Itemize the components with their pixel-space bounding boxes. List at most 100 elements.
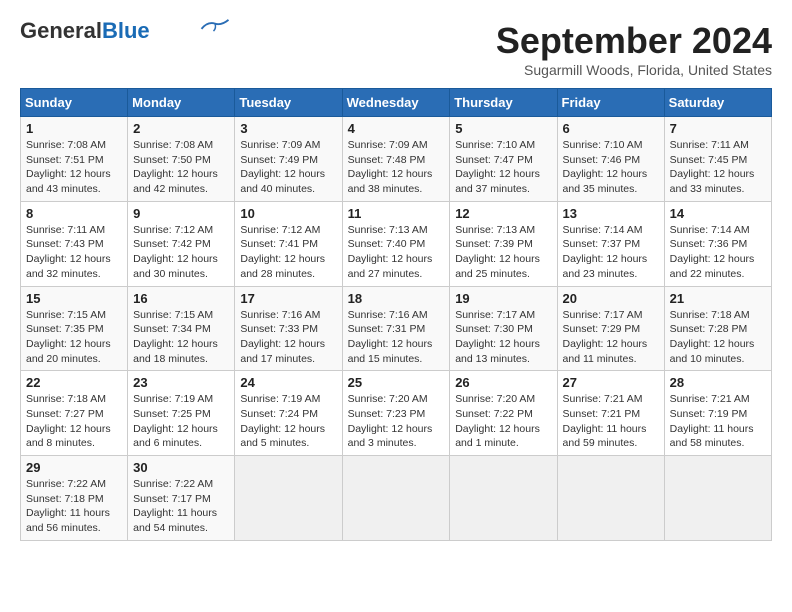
daylight-label: Daylight: 12 hours and 22 minutes. bbox=[670, 253, 755, 280]
sunset-label: Sunset: 7:37 PM bbox=[563, 238, 641, 250]
calendar-day-cell: 18 Sunrise: 7:16 AM Sunset: 7:31 PM Dayl… bbox=[342, 286, 450, 371]
daylight-label: Daylight: 12 hours and 38 minutes. bbox=[348, 168, 433, 195]
day-detail: Sunrise: 7:08 AM Sunset: 7:50 PM Dayligh… bbox=[133, 138, 229, 197]
sunset-label: Sunset: 7:23 PM bbox=[348, 408, 426, 420]
calendar-header-row: SundayMondayTuesdayWednesdayThursdayFrid… bbox=[21, 89, 772, 117]
sunrise-label: Sunrise: 7:09 AM bbox=[240, 139, 320, 151]
sunrise-label: Sunrise: 7:13 AM bbox=[455, 224, 535, 236]
sunset-label: Sunset: 7:46 PM bbox=[563, 154, 641, 166]
day-number: 20 bbox=[563, 291, 659, 306]
daylight-label: Daylight: 12 hours and 33 minutes. bbox=[670, 168, 755, 195]
sunset-label: Sunset: 7:51 PM bbox=[26, 154, 104, 166]
calendar-day-cell: 3 Sunrise: 7:09 AM Sunset: 7:49 PM Dayli… bbox=[235, 117, 342, 202]
day-number: 23 bbox=[133, 375, 229, 390]
day-detail: Sunrise: 7:11 AM Sunset: 7:43 PM Dayligh… bbox=[26, 223, 122, 282]
day-detail: Sunrise: 7:18 AM Sunset: 7:27 PM Dayligh… bbox=[26, 392, 122, 451]
sunset-label: Sunset: 7:50 PM bbox=[133, 154, 211, 166]
sunset-label: Sunset: 7:36 PM bbox=[670, 238, 748, 250]
sunrise-label: Sunrise: 7:17 AM bbox=[455, 309, 535, 321]
calendar-day-cell: 8 Sunrise: 7:11 AM Sunset: 7:43 PM Dayli… bbox=[21, 201, 128, 286]
calendar-day-header: Sunday bbox=[21, 89, 128, 117]
sunrise-label: Sunrise: 7:20 AM bbox=[455, 393, 535, 405]
daylight-label: Daylight: 12 hours and 3 minutes. bbox=[348, 423, 433, 450]
calendar-day-cell: 21 Sunrise: 7:18 AM Sunset: 7:28 PM Dayl… bbox=[664, 286, 771, 371]
daylight-label: Daylight: 11 hours and 59 minutes. bbox=[563, 423, 647, 450]
day-detail: Sunrise: 7:12 AM Sunset: 7:41 PM Dayligh… bbox=[240, 223, 336, 282]
day-number: 11 bbox=[348, 206, 445, 221]
sunset-label: Sunset: 7:49 PM bbox=[240, 154, 318, 166]
page-header: GeneralBlue September 2024 Sugarmill Woo… bbox=[20, 20, 772, 78]
logo-text: GeneralBlue bbox=[20, 20, 150, 42]
day-number: 7 bbox=[670, 121, 766, 136]
sunrise-label: Sunrise: 7:12 AM bbox=[240, 224, 320, 236]
calendar-day-cell: 28 Sunrise: 7:21 AM Sunset: 7:19 PM Dayl… bbox=[664, 371, 771, 456]
daylight-label: Daylight: 12 hours and 30 minutes. bbox=[133, 253, 218, 280]
day-detail: Sunrise: 7:21 AM Sunset: 7:21 PM Dayligh… bbox=[563, 392, 659, 451]
day-number: 30 bbox=[133, 460, 229, 475]
calendar-day-header: Thursday bbox=[450, 89, 557, 117]
logo-blue: Blue bbox=[102, 18, 150, 43]
day-number: 22 bbox=[26, 375, 122, 390]
calendar-day-header: Saturday bbox=[664, 89, 771, 117]
day-detail: Sunrise: 7:10 AM Sunset: 7:46 PM Dayligh… bbox=[563, 138, 659, 197]
day-detail: Sunrise: 7:08 AM Sunset: 7:51 PM Dayligh… bbox=[26, 138, 122, 197]
daylight-label: Daylight: 12 hours and 32 minutes. bbox=[26, 253, 111, 280]
calendar-day-cell: 23 Sunrise: 7:19 AM Sunset: 7:25 PM Dayl… bbox=[128, 371, 235, 456]
calendar-day-cell: 6 Sunrise: 7:10 AM Sunset: 7:46 PM Dayli… bbox=[557, 117, 664, 202]
calendar-week-row: 29 Sunrise: 7:22 AM Sunset: 7:18 PM Dayl… bbox=[21, 456, 772, 541]
sunrise-label: Sunrise: 7:18 AM bbox=[670, 309, 750, 321]
calendar-day-cell: 16 Sunrise: 7:15 AM Sunset: 7:34 PM Dayl… bbox=[128, 286, 235, 371]
calendar-day-cell bbox=[557, 456, 664, 541]
day-detail: Sunrise: 7:19 AM Sunset: 7:24 PM Dayligh… bbox=[240, 392, 336, 451]
daylight-label: Daylight: 12 hours and 20 minutes. bbox=[26, 338, 111, 365]
daylight-label: Daylight: 11 hours and 56 minutes. bbox=[26, 507, 110, 534]
daylight-label: Daylight: 12 hours and 27 minutes. bbox=[348, 253, 433, 280]
calendar-day-cell: 13 Sunrise: 7:14 AM Sunset: 7:37 PM Dayl… bbox=[557, 201, 664, 286]
day-detail: Sunrise: 7:09 AM Sunset: 7:49 PM Dayligh… bbox=[240, 138, 336, 197]
calendar-day-cell: 25 Sunrise: 7:20 AM Sunset: 7:23 PM Dayl… bbox=[342, 371, 450, 456]
sunrise-label: Sunrise: 7:11 AM bbox=[670, 139, 749, 151]
calendar-week-row: 22 Sunrise: 7:18 AM Sunset: 7:27 PM Dayl… bbox=[21, 371, 772, 456]
calendar-day-cell: 12 Sunrise: 7:13 AM Sunset: 7:39 PM Dayl… bbox=[450, 201, 557, 286]
daylight-label: Daylight: 12 hours and 37 minutes. bbox=[455, 168, 540, 195]
sunset-label: Sunset: 7:33 PM bbox=[240, 323, 318, 335]
sunrise-label: Sunrise: 7:15 AM bbox=[26, 309, 106, 321]
day-number: 10 bbox=[240, 206, 336, 221]
logo-general: General bbox=[20, 18, 102, 43]
day-detail: Sunrise: 7:10 AM Sunset: 7:47 PM Dayligh… bbox=[455, 138, 551, 197]
sunset-label: Sunset: 7:18 PM bbox=[26, 493, 104, 505]
day-detail: Sunrise: 7:21 AM Sunset: 7:19 PM Dayligh… bbox=[670, 392, 766, 451]
day-number: 18 bbox=[348, 291, 445, 306]
calendar-day-header: Tuesday bbox=[235, 89, 342, 117]
calendar-header: SundayMondayTuesdayWednesdayThursdayFrid… bbox=[21, 89, 772, 117]
calendar-day-cell: 2 Sunrise: 7:08 AM Sunset: 7:50 PM Dayli… bbox=[128, 117, 235, 202]
day-detail: Sunrise: 7:18 AM Sunset: 7:28 PM Dayligh… bbox=[670, 308, 766, 367]
calendar-week-row: 15 Sunrise: 7:15 AM Sunset: 7:35 PM Dayl… bbox=[21, 286, 772, 371]
daylight-label: Daylight: 12 hours and 11 minutes. bbox=[563, 338, 648, 365]
sunset-label: Sunset: 7:40 PM bbox=[348, 238, 426, 250]
sunset-label: Sunset: 7:21 PM bbox=[563, 408, 641, 420]
daylight-label: Daylight: 11 hours and 58 minutes. bbox=[670, 423, 754, 450]
calendar-day-cell: 14 Sunrise: 7:14 AM Sunset: 7:36 PM Dayl… bbox=[664, 201, 771, 286]
day-number: 2 bbox=[133, 121, 229, 136]
day-number: 9 bbox=[133, 206, 229, 221]
day-detail: Sunrise: 7:12 AM Sunset: 7:42 PM Dayligh… bbox=[133, 223, 229, 282]
calendar-day-header: Monday bbox=[128, 89, 235, 117]
sunrise-label: Sunrise: 7:09 AM bbox=[348, 139, 428, 151]
day-detail: Sunrise: 7:16 AM Sunset: 7:33 PM Dayligh… bbox=[240, 308, 336, 367]
calendar-day-cell bbox=[450, 456, 557, 541]
logo: GeneralBlue bbox=[20, 20, 230, 42]
day-detail: Sunrise: 7:15 AM Sunset: 7:34 PM Dayligh… bbox=[133, 308, 229, 367]
daylight-label: Daylight: 12 hours and 40 minutes. bbox=[240, 168, 325, 195]
logo-bird-icon bbox=[200, 17, 230, 37]
daylight-label: Daylight: 12 hours and 15 minutes. bbox=[348, 338, 433, 365]
day-detail: Sunrise: 7:20 AM Sunset: 7:22 PM Dayligh… bbox=[455, 392, 551, 451]
calendar-day-cell: 5 Sunrise: 7:10 AM Sunset: 7:47 PM Dayli… bbox=[450, 117, 557, 202]
sunrise-label: Sunrise: 7:08 AM bbox=[133, 139, 213, 151]
calendar-day-cell: 20 Sunrise: 7:17 AM Sunset: 7:29 PM Dayl… bbox=[557, 286, 664, 371]
day-detail: Sunrise: 7:17 AM Sunset: 7:30 PM Dayligh… bbox=[455, 308, 551, 367]
calendar-day-cell: 11 Sunrise: 7:13 AM Sunset: 7:40 PM Dayl… bbox=[342, 201, 450, 286]
sunrise-label: Sunrise: 7:12 AM bbox=[133, 224, 213, 236]
sunrise-label: Sunrise: 7:22 AM bbox=[133, 478, 213, 490]
calendar-day-cell: 9 Sunrise: 7:12 AM Sunset: 7:42 PM Dayli… bbox=[128, 201, 235, 286]
